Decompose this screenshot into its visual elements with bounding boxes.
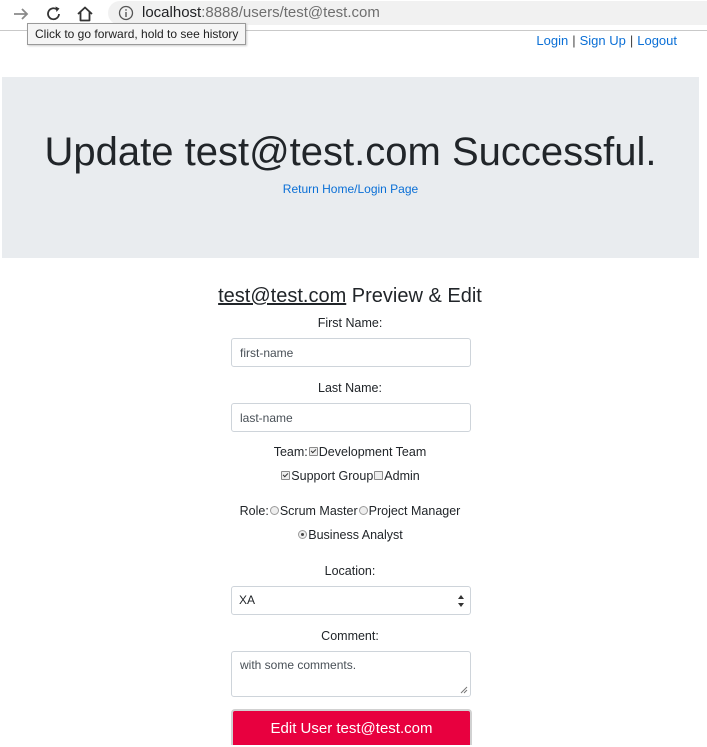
role-option-label: Scrum Master <box>279 504 358 518</box>
role-radio-business-analyst[interactable] <box>298 530 308 540</box>
role-label: Role: <box>239 504 269 518</box>
home-icon[interactable] <box>75 4 95 24</box>
comment-value: with some comments. <box>240 658 357 672</box>
success-banner: Update test@test.com Successful. Return … <box>2 77 699 258</box>
form-heading: test@test.com Preview & Edit <box>0 283 700 309</box>
nav-separator: | <box>629 33 634 48</box>
address-bar[interactable]: localhost:8888/users/test@test.com <box>108 1 707 25</box>
role-row-2: Business Analyst <box>0 527 700 543</box>
role-radio-project-manager[interactable] <box>358 506 368 516</box>
last-name-label: Last Name: <box>318 381 382 395</box>
signup-link[interactable]: Sign Up <box>580 33 626 48</box>
comment-textarea[interactable]: with some comments. <box>231 651 471 697</box>
reload-icon[interactable] <box>44 4 64 24</box>
first-name-label: First Name: <box>317 316 383 330</box>
role-radio-scrum-master[interactable] <box>269 506 279 516</box>
url-path: :8888/users/test@test.com <box>201 4 380 21</box>
location-select[interactable]: XA <box>231 586 471 615</box>
location-label: Location: <box>324 564 376 578</box>
url-host: localhost <box>142 4 202 21</box>
last-name-input[interactable] <box>231 403 471 432</box>
first-name-input[interactable] <box>231 338 471 367</box>
return-home-link[interactable]: Return Home/Login Page <box>283 182 418 196</box>
team-row-2: Support Group Admin <box>0 468 700 484</box>
forward-tooltip: Click to go forward, hold to see history <box>27 23 247 45</box>
edit-user-button[interactable]: Edit User test@test.com <box>231 709 472 745</box>
url-text: localhost:8888/users/test@test.com <box>142 3 380 23</box>
team-option-label: Development Team <box>318 445 427 459</box>
comment-label: Comment: <box>321 629 379 643</box>
info-icon[interactable] <box>118 5 134 21</box>
team-row-1: Team: Development Team <box>0 444 700 460</box>
heading-email: test@test.com <box>218 285 347 307</box>
forward-icon[interactable] <box>11 4 31 24</box>
team-label: Team: <box>273 445 308 459</box>
role-row-1: Role: Scrum Master Project Manager <box>0 503 700 519</box>
success-title: Update test@test.com Successful. <box>44 130 657 174</box>
team-checkbox-admin[interactable] <box>374 471 384 481</box>
select-arrows-icon <box>458 595 464 607</box>
location-value: XA <box>239 593 256 607</box>
resize-grip-icon[interactable] <box>460 686 468 694</box>
team-checkbox-support[interactable] <box>281 471 291 481</box>
login-link[interactable]: Login <box>536 33 568 48</box>
top-nav: Login | Sign Up | Logout <box>536 33 677 49</box>
logout-link[interactable]: Logout <box>637 33 677 48</box>
heading-suffix: Preview & Edit <box>346 285 482 307</box>
role-option-label: Project Manager <box>368 504 461 518</box>
team-checkbox-development[interactable] <box>308 447 318 457</box>
team-option-label: Admin <box>384 469 420 483</box>
nav-separator: | <box>572 33 576 48</box>
team-option-label: Support Group <box>291 469 374 483</box>
role-option-label: Business Analyst <box>308 528 403 542</box>
